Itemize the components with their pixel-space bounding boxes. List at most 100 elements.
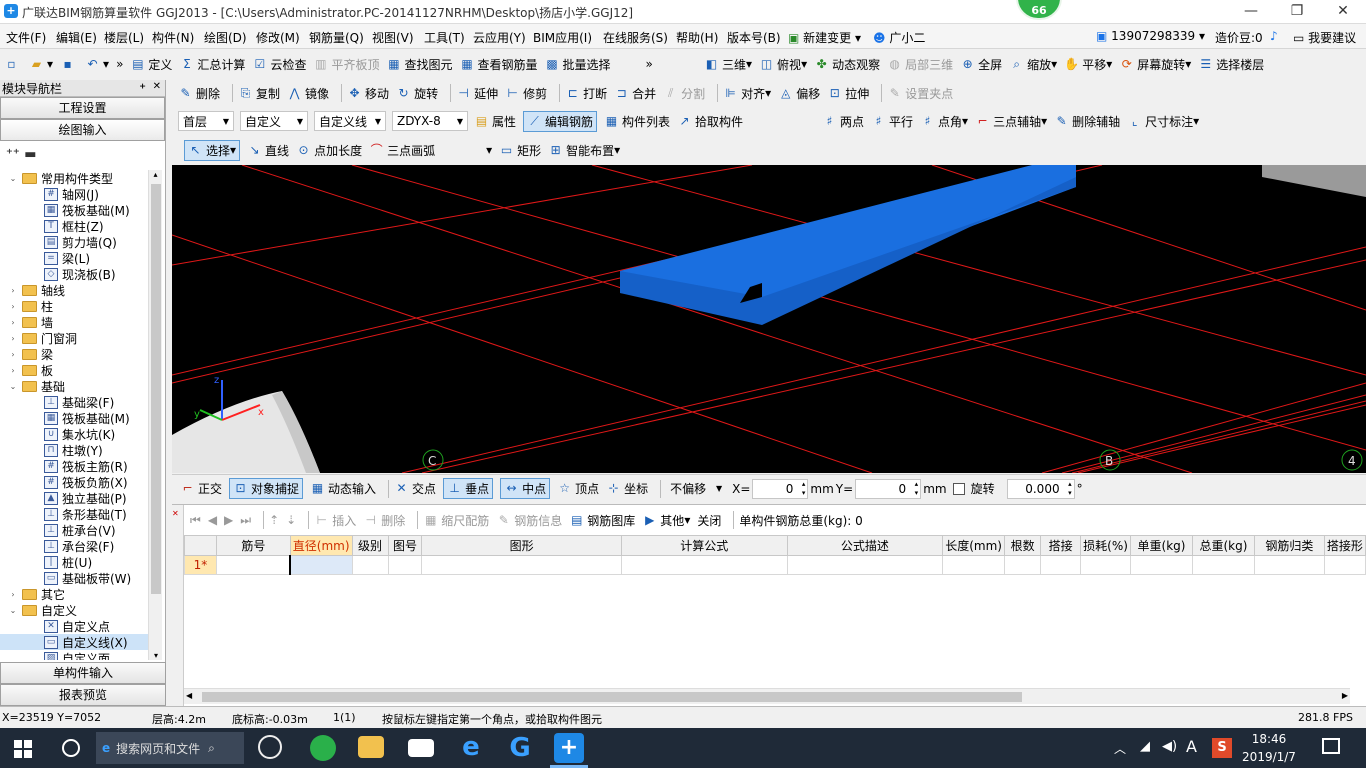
col-loss[interactable]: 损耗(%) (1080, 535, 1132, 556)
menu-bim[interactable]: BIM应用(I) (533, 29, 592, 46)
fullscreen-button[interactable]: ⊕ 全屏 (960, 56, 1003, 73)
tree-item[interactable]: ▤ 剪力墙(Q) (0, 234, 148, 250)
next-record-icon[interactable]: ▶ (224, 513, 233, 527)
save-button[interactable]: ▪ (60, 57, 78, 72)
file-explorer-icon[interactable] (358, 736, 384, 758)
collapse-all-icon[interactable]: ▬ (24, 147, 36, 162)
pick-component-button[interactable]: ↗ 拾取构件 (677, 113, 744, 130)
merge-button[interactable]: ⊐ 合并 (614, 85, 657, 102)
delete-axis-button[interactable]: ✎ 删除辅轴 (1054, 113, 1121, 130)
menu-rebar[interactable]: 钢筋量(Q) (309, 29, 364, 46)
col-formula[interactable]: 计算公式 (620, 535, 788, 556)
beam-3d-model[interactable] (620, 165, 1076, 325)
ime-indicator[interactable]: A (1186, 737, 1197, 756)
col-bar-number[interactable]: 筋号 (215, 535, 291, 556)
select-floor-button[interactable]: ☰ 选择楼层 (1198, 56, 1264, 73)
tree-item[interactable]: ▭ 基础板带(W) (0, 570, 148, 586)
rebar-info-button[interactable]: ✎ 钢筋信息 (496, 512, 563, 529)
expand-arrow-icon[interactable]: › (8, 286, 18, 295)
stretch-button[interactable]: ⊡ 拉伸 (827, 85, 870, 102)
expand-arrow-icon[interactable]: › (8, 366, 18, 375)
tree-item[interactable]: ⊥ 承台梁(F) (0, 538, 148, 554)
glodon-g-icon[interactable]: G (506, 734, 534, 762)
coordinate-snap-button[interactable]: ⊹ 坐标 (606, 480, 649, 497)
edit-rebar-button[interactable]: ⟋ 编辑钢筋 (523, 110, 598, 132)
first-record-icon[interactable]: ⏮ (190, 513, 201, 528)
move-down-icon[interactable]: ⇣ (286, 513, 296, 527)
y-input[interactable]: 0 ▴ ▾ (855, 478, 922, 499)
tree-item[interactable]: T 框柱(Z) (0, 218, 148, 234)
orbit-button[interactable]: ✤ 动态观察 (814, 56, 881, 73)
scale-rebar-button[interactable]: ▦ 缩尺配筋 (423, 512, 489, 529)
move-button[interactable]: ✥ 移动 (347, 85, 390, 102)
select-button[interactable]: ↖ 选择 ▾ (184, 139, 241, 161)
price-bean[interactable]: 造价豆:0 (1215, 29, 1263, 46)
local-3d-button[interactable]: ◍ 局部三维 (887, 56, 953, 73)
tree-item[interactable]: ▦ 筏板基础(M) (0, 202, 148, 218)
three-point-arc-button[interactable]: ⌒ 三点画弧 (369, 142, 436, 159)
browser-green-icon[interactable] (310, 735, 336, 761)
menu-file[interactable]: 文件(F) (6, 29, 46, 46)
undo-button[interactable]: ↶ ▾ (85, 57, 110, 72)
nav-close-icon[interactable]: ✕ (153, 81, 161, 92)
midpoint-snap-button[interactable]: ↔ 中点 (500, 478, 551, 499)
find-element-button[interactable]: ▦ 查找图元 (386, 56, 452, 73)
col-lap[interactable]: 搭接 (1040, 535, 1082, 556)
report-preview-button[interactable]: 报表预览 (0, 684, 166, 706)
tree-item[interactable]: ⊓ 柱墩(Y) (0, 442, 148, 458)
cortana-icon[interactable] (62, 739, 80, 757)
two-point-button[interactable]: ♯ 两点 (822, 113, 864, 130)
minimize-button[interactable]: — (1228, 0, 1274, 24)
ggj-app-icon[interactable]: + (554, 733, 584, 763)
cell-rebar-category[interactable] (1253, 555, 1325, 575)
tree-item[interactable]: ⊥ 条形基础(T) (0, 506, 148, 522)
windows-start-icon[interactable] (14, 740, 32, 758)
notification-icon[interactable] (1322, 738, 1340, 754)
rotate-button[interactable]: ↻ 旋转 (396, 85, 439, 102)
360-browser-icon[interactable] (258, 735, 282, 759)
tree-item[interactable]: › 梁 (0, 346, 148, 362)
set-grip-button[interactable]: ✎ 设置夹点 (887, 85, 954, 102)
col-shape[interactable]: 图形 (421, 535, 622, 556)
col-rebar-category[interactable]: 钢筋归类 (1253, 535, 1325, 556)
perpendicular-snap-button[interactable]: ⊥ 垂点 (443, 478, 494, 499)
tree-item[interactable]: ⊥ 基础梁(F) (0, 394, 148, 410)
offset-button[interactable]: ◬ 偏移 (778, 85, 820, 102)
col-lap-type[interactable]: 搭接形 (1323, 535, 1366, 556)
menu-floor[interactable]: 楼层(L) (104, 29, 144, 46)
collapse-arrow-icon[interactable]: ⌄ (8, 174, 18, 183)
col-formula-desc[interactable]: 公式描述 (786, 535, 944, 556)
col-count[interactable]: 根数 (1004, 535, 1042, 556)
more-icon[interactable]: » (646, 57, 653, 71)
menu-cloud[interactable]: 云应用(Y) (473, 29, 526, 46)
mail-icon[interactable] (408, 739, 434, 757)
menu-tools[interactable]: 工具(T) (424, 29, 465, 46)
ortho-button[interactable]: ⌐ 正交 (180, 480, 222, 497)
tree-scrollbar[interactable]: ▴ ▾ (148, 170, 162, 660)
taskbar-search-box[interactable]: e 搜索网页和文件 ⌕ (96, 732, 244, 764)
col-grade[interactable]: 级别 (351, 535, 389, 556)
screen-rotate-button[interactable]: ⟳ 屏幕旋转 ▾ (1119, 56, 1192, 73)
top-view-button[interactable]: ◫ 俯视 ▾ (759, 56, 807, 73)
cell-loss[interactable] (1080, 555, 1132, 575)
tree-item[interactable]: = 梁(L) (0, 250, 148, 266)
menu-draw[interactable]: 绘图(D) (204, 29, 247, 46)
flush-slab-top-button[interactable]: ▥ 平齐板顶 (313, 56, 379, 73)
menu-help[interactable]: 帮助(H) (676, 29, 718, 46)
extend-button[interactable]: ⊣ 延伸 (456, 85, 498, 102)
edge-icon[interactable]: e (458, 734, 484, 760)
col-unit-weight[interactable]: 单重(kg) (1130, 535, 1193, 556)
panel-gripper[interactable]: ✕ (172, 505, 184, 707)
summary-calc-button[interactable]: Σ 汇总计算 (179, 56, 245, 73)
tree-item[interactable]: › 门窗洞 (0, 330, 148, 346)
tray-chevron-icon[interactable]: ︿ (1114, 740, 1126, 757)
tree-item[interactable]: › 轴线 (0, 282, 148, 298)
menu-component[interactable]: 构件(N) (152, 29, 194, 46)
delete-row-button[interactable]: ⊣ 删除 (363, 512, 406, 529)
single-component-input-button[interactable]: 单构件输入 (0, 662, 166, 684)
other-button[interactable]: ▶ 其他 ▾ (642, 512, 690, 529)
tree-item[interactable]: ⊥ 桩承台(V) (0, 522, 148, 538)
cell-shape[interactable] (421, 555, 622, 575)
cell-total-weight[interactable] (1191, 555, 1255, 575)
drawing-viewport[interactable]: z y x C B 4 (172, 165, 1366, 473)
